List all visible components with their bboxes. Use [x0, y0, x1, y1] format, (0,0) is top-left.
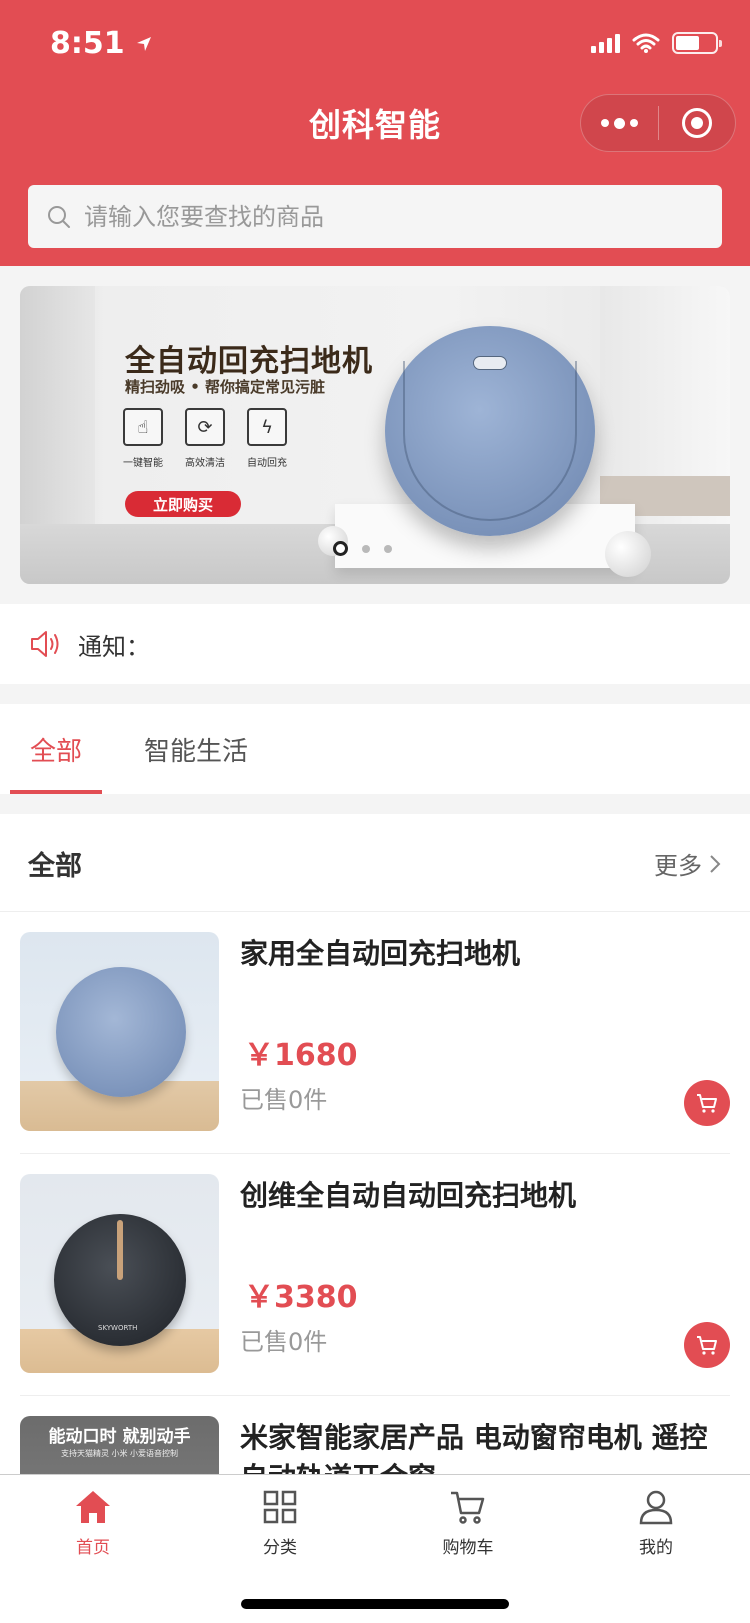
cart-icon — [697, 1094, 717, 1113]
status-bar: 8:51 — [0, 0, 750, 88]
product-section: 全部 更多 家用全自动回充扫地机 ￥1680 已售0件 SKYWORTH 创维全… — [0, 814, 750, 1615]
tab-smart-life[interactable]: 智能生活 — [134, 704, 258, 794]
banner-features: ☝ 一键智能 ⟳ 高效清洁 ϟ 自动回充 — [123, 408, 287, 469]
thumbnail-brand: SKYWORTH — [98, 1324, 138, 1332]
notice-bar[interactable]: 通知： — [0, 604, 750, 684]
swirl-icon: ⟳ — [185, 408, 225, 446]
section-header: 全部 更多 — [0, 814, 750, 912]
tab-label: 首页 — [76, 1538, 110, 1558]
tab-label: 购物车 — [442, 1538, 494, 1558]
product-name: 创维全自动自动回充扫地机 — [240, 1179, 577, 1212]
product-sold-count: 已售0件 — [240, 1328, 328, 1356]
tab-label: 我的 — [639, 1538, 673, 1558]
product-thumbnail[interactable] — [20, 932, 219, 1131]
product-item[interactable]: SKYWORTH 创维全自动自动回充扫地机 ￥3380 已售0件 — [0, 1154, 750, 1396]
feature-label: 一键智能 — [123, 458, 163, 469]
banner-carousel[interactable]: 全自动回充扫地机 精扫劲吸 • 帮你搞定常见污脏 ☝ 一键智能 ⟳ 高效清洁 ϟ… — [20, 286, 730, 584]
home-indicator[interactable] — [241, 1599, 509, 1609]
tab-all[interactable]: 全部 — [10, 704, 102, 794]
more-dots-icon — [600, 117, 638, 129]
more-label: 更多 — [654, 852, 702, 880]
close-program-button[interactable] — [659, 95, 736, 151]
section-title: 全部 — [28, 851, 82, 882]
product-sold-count: 已售0件 — [240, 1086, 328, 1114]
search-icon — [48, 205, 70, 228]
signal-icon — [591, 33, 620, 53]
product-price: ￥1680 — [244, 1038, 358, 1073]
product-thumbnail[interactable]: SKYWORTH — [20, 1174, 219, 1373]
tap-icon: ☝ — [123, 408, 163, 446]
product-item[interactable]: 家用全自动回充扫地机 ￥1680 已售0件 — [0, 912, 750, 1154]
search-input[interactable] — [84, 202, 664, 231]
feature-label: 自动回充 — [247, 458, 287, 469]
cart-icon — [448, 1487, 488, 1527]
thumbnail-ad-subtext: 支持天猫精灵 小米 小爱语音控制 — [60, 1449, 179, 1458]
target-icon — [681, 108, 712, 138]
tab-category[interactable]: 分类 — [205, 1487, 355, 1571]
mini-program-capsule — [580, 94, 736, 152]
buy-now-button[interactable]: 立即购买 — [125, 491, 241, 517]
product-price: ￥3380 — [244, 1280, 358, 1315]
thumbnail-ad-text: 能动口时 就别动手 — [48, 1427, 191, 1447]
feature-label: 高效清洁 — [185, 458, 225, 469]
add-to-cart-button[interactable] — [684, 1322, 730, 1368]
tab-label: 分类 — [263, 1538, 297, 1558]
tab-cart[interactable]: 购物车 — [393, 1487, 543, 1571]
carousel-dot-active[interactable] — [333, 541, 348, 556]
speaker-icon — [31, 631, 59, 657]
carousel-dot[interactable] — [362, 544, 370, 553]
location-arrow-icon — [136, 36, 151, 51]
tab-home[interactable]: 首页 — [18, 1487, 168, 1571]
feature-item: ⟳ 高效清洁 — [185, 408, 225, 469]
more-link[interactable]: 更多 — [654, 846, 722, 881]
banner-section: 全自动回充扫地机 精扫劲吸 • 帮你搞定常见污脏 ☝ 一键智能 ⟳ 高效清洁 ϟ… — [0, 266, 750, 604]
clock: 8:51 — [50, 26, 125, 61]
banner-subtitle: 精扫劲吸 • 帮你搞定常见污脏 — [125, 378, 326, 396]
feature-item: ☝ 一键智能 — [123, 408, 163, 469]
wifi-icon — [632, 33, 660, 53]
add-to-cart-button[interactable] — [684, 1080, 730, 1126]
product-name: 家用全自动回充扫地机 — [240, 937, 521, 970]
home-icon — [73, 1487, 113, 1527]
carousel-indicators — [333, 541, 392, 556]
status-time: 8:51 — [50, 26, 153, 61]
grid-icon — [260, 1487, 300, 1527]
lightning-icon: ϟ — [247, 408, 287, 446]
search-bar[interactable] — [28, 185, 722, 248]
carousel-dot[interactable] — [384, 544, 392, 553]
user-icon — [636, 1487, 676, 1527]
chevron-right-icon — [710, 854, 721, 873]
cart-icon — [697, 1336, 717, 1355]
battery-icon — [672, 32, 722, 54]
status-indicators — [591, 32, 722, 54]
feature-item: ϟ 自动回充 — [247, 408, 287, 469]
tab-profile[interactable]: 我的 — [581, 1487, 731, 1571]
robot-vacuum-image — [385, 326, 595, 536]
more-button[interactable] — [581, 95, 658, 151]
category-tabs: 全部 智能生活 — [0, 704, 750, 794]
header: 8:51 创科智能 — [0, 0, 750, 266]
notice-label: 通知： — [78, 632, 150, 661]
banner-title: 全自动回充扫地机 — [125, 344, 373, 379]
